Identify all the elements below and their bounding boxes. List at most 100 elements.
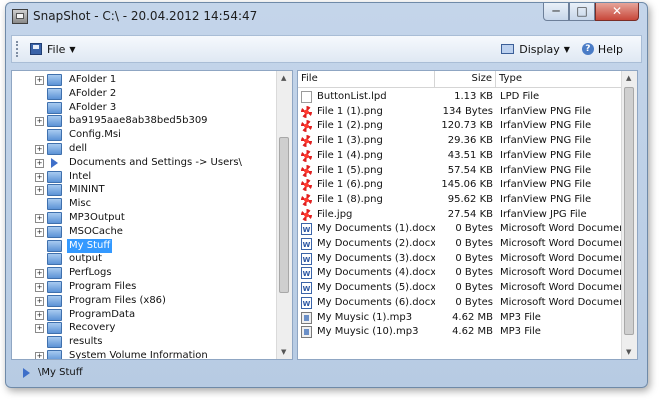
app-icon[interactable] bbox=[12, 9, 28, 24]
word-document-icon bbox=[301, 282, 312, 296]
file-type: Microsoft Word Document bbox=[500, 238, 621, 249]
expand-plus-icon[interactable]: + bbox=[35, 324, 44, 334]
file-row[interactable]: File 1 (2).png 120.73 KB IrfanView PNG Fil… bbox=[298, 119, 622, 133]
file-name: File.jpg bbox=[317, 208, 353, 220]
expand-plus-icon[interactable]: + bbox=[35, 186, 44, 196]
file-name: ButtonList.lpd bbox=[317, 91, 387, 102]
help-button[interactable]: ? Help bbox=[570, 43, 623, 56]
column-header-file[interactable]: File bbox=[298, 71, 435, 87]
expand-plus-icon[interactable]: + bbox=[35, 117, 44, 127]
file-row[interactable]: My Documents (4).docx 0 Bytes Microsoft Wo… bbox=[298, 266, 622, 281]
toolbar-grip-icon[interactable] bbox=[16, 41, 21, 57]
maximize-button[interactable]: □ bbox=[569, 3, 595, 21]
folder-icon bbox=[47, 350, 62, 359]
file-list-pane[interactable]: File Size Type ButtonList.lpd 1.13 KB LPD … bbox=[297, 70, 638, 360]
minimize-button[interactable]: ─ bbox=[543, 3, 569, 21]
file-row[interactable]: My Muysic (10).mp3 4.62 MB MP3 File bbox=[298, 325, 622, 339]
folder-icon bbox=[47, 294, 62, 307]
file-row[interactable]: ButtonList.lpd 1.13 KB LPD File bbox=[298, 90, 622, 104]
scroll-down-icon[interactable]: ▼ bbox=[626, 348, 631, 356]
file-row[interactable]: File 1 (3).png 29.36 KB IrfanView PNG File bbox=[298, 134, 622, 148]
file-row[interactable]: File 1 (6).png 145.06 KB IrfanView PNG Fil… bbox=[298, 178, 622, 192]
tree-item-label: results bbox=[69, 336, 103, 348]
folder-icon bbox=[47, 74, 62, 86]
file-row[interactable]: My Documents (5).docx 0 Bytes Microsoft Wo… bbox=[298, 281, 622, 296]
column-header-type[interactable]: Type bbox=[496, 71, 622, 87]
file-name: My Documents (2).docx bbox=[317, 238, 435, 249]
tree-item-label: AFolder 1 bbox=[69, 74, 117, 85]
scroll-up-icon[interactable]: ▲ bbox=[281, 74, 286, 82]
app-window: SnapShot - C:\ - 20.04.2012 14:54:47 ─ □… bbox=[5, 2, 648, 388]
file-row[interactable]: File 1 (4).png 43.51 KB IrfanView PNG File bbox=[298, 149, 622, 163]
file-name: My Documents (5).docx bbox=[317, 282, 435, 294]
status-path: \My Stuff bbox=[38, 367, 83, 378]
file-row[interactable]: File 1 (5).png 57.54 KB IrfanView PNG File bbox=[298, 164, 622, 178]
expand-plus-icon[interactable]: + bbox=[35, 158, 44, 168]
file-name: My Muysic (1).mp3 bbox=[317, 311, 413, 323]
image-file-icon bbox=[301, 105, 312, 118]
file-row[interactable]: My Documents (3).docx 0 Bytes Microsoft Wo… bbox=[298, 252, 622, 267]
file-row[interactable]: My Documents (1).docx 0 Bytes Microsoft Wo… bbox=[298, 222, 622, 237]
file-type: IrfanView PNG File bbox=[500, 135, 592, 147]
expand-plus-icon[interactable]: + bbox=[35, 310, 44, 320]
expand-plus-icon[interactable]: + bbox=[35, 269, 44, 279]
file-size: 43.51 KB bbox=[447, 149, 493, 161]
folder-icon bbox=[47, 239, 62, 252]
file-size: 120.73 KB bbox=[441, 120, 493, 132]
file-name: My Documents (6).docx bbox=[317, 296, 435, 308]
scroll-down-icon[interactable]: ▼ bbox=[281, 348, 286, 356]
file-type: IrfanView PNG File bbox=[500, 149, 592, 161]
file-name: File 1 (1).png bbox=[317, 105, 383, 117]
folder-icon bbox=[47, 322, 62, 335]
file-row[interactable]: My Muysic (1).mp3 4.62 MB MP3 File bbox=[298, 311, 622, 325]
file-size: 57.54 KB bbox=[447, 164, 493, 176]
save-disk-icon bbox=[30, 43, 42, 55]
image-file-icon bbox=[301, 120, 312, 133]
file-row[interactable]: File 1 (1).png 134 Bytes IrfanView PNG Fil… bbox=[298, 105, 622, 119]
expand-plus-icon[interactable]: + bbox=[35, 283, 44, 292]
file-menu-button[interactable]: File ▼ bbox=[30, 40, 76, 58]
tree-scrollbar[interactable]: ▲ ▼ bbox=[276, 71, 292, 359]
expand-plus-icon[interactable]: + bbox=[35, 145, 44, 154]
word-document-icon bbox=[301, 252, 312, 267]
tree-scroll-thumb[interactable] bbox=[279, 137, 289, 293]
file-row[interactable]: My Documents (2).docx 0 Bytes Microsoft Wo… bbox=[298, 237, 622, 252]
chevron-down-icon: ▼ bbox=[69, 44, 76, 54]
expand-plus-icon[interactable]: + bbox=[35, 76, 44, 85]
folder-tree-pane[interactable]: + AFolder 1 AFolder 2 AFolder 3 + ba9195aae8a… bbox=[11, 70, 293, 360]
title-bar[interactable]: SnapShot - C:\ - 20.04.2012 14:54:47 ─ □… bbox=[6, 3, 647, 29]
file-type: Microsoft Word Document bbox=[500, 282, 621, 294]
file-row[interactable]: My Documents (6).docx 0 Bytes Microsoft Wo… bbox=[298, 296, 622, 311]
tree-item-label: MSOCache bbox=[69, 225, 123, 237]
expand-plus-icon[interactable]: + bbox=[35, 172, 44, 182]
folder-icon bbox=[47, 267, 62, 280]
file-type: LPD File bbox=[500, 91, 540, 102]
file-size: 0 Bytes bbox=[455, 267, 493, 279]
scroll-up-icon[interactable]: ▲ bbox=[626, 74, 631, 82]
file-list-header: File Size Type bbox=[298, 71, 622, 88]
expand-plus-icon[interactable]: + bbox=[35, 214, 44, 223]
file-type: IrfanView PNG File bbox=[500, 193, 592, 205]
expand-plus-icon[interactable]: + bbox=[35, 352, 44, 359]
file-type: IrfanView PNG File bbox=[500, 120, 592, 132]
file-type: Microsoft Word Document bbox=[500, 252, 621, 264]
file-list-scrollbar[interactable]: ▲ ▼ bbox=[621, 71, 637, 359]
column-header-size[interactable]: Size bbox=[435, 71, 496, 87]
tree-item-label: Misc bbox=[69, 198, 92, 210]
folder-icon bbox=[47, 87, 62, 100]
file-size: 27.54 KB bbox=[447, 208, 493, 220]
file-size: 0 Bytes bbox=[455, 252, 493, 264]
expand-plus-icon[interactable]: + bbox=[35, 296, 44, 306]
tree-item-label: Config.Msi bbox=[69, 129, 121, 141]
tree-item-label: output bbox=[69, 253, 102, 265]
file-size: 0 Bytes bbox=[455, 296, 493, 308]
display-menu-button[interactable]: Display ▼ bbox=[501, 43, 570, 56]
close-button[interactable]: ✕ bbox=[595, 3, 639, 21]
file-menu-label: File bbox=[47, 42, 66, 56]
tree-item-label: MININT bbox=[69, 184, 105, 196]
file-row[interactable]: File.jpg 27.54 KB IrfanView JPG File bbox=[298, 208, 622, 222]
file-list-scroll-thumb[interactable] bbox=[624, 87, 634, 335]
word-document-icon bbox=[301, 296, 312, 311]
expand-plus-icon[interactable]: + bbox=[35, 227, 44, 237]
file-row[interactable]: File 1 (8).png 95.62 KB IrfanView PNG File bbox=[298, 193, 622, 207]
